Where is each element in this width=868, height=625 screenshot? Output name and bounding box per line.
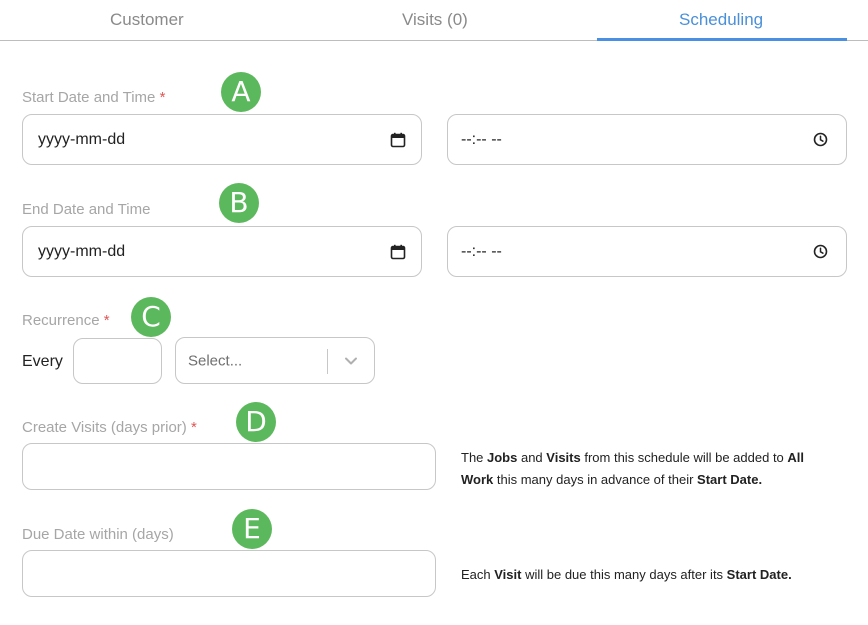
- hint-text: this many days in advance of their: [493, 472, 698, 487]
- clock-icon[interactable]: [811, 243, 829, 261]
- badge-d: D: [236, 402, 276, 442]
- recurrence-label: Recurrence *: [22, 312, 110, 329]
- tab-visits[interactable]: Visits (0): [402, 10, 468, 30]
- start-date-value: yyyy-mm-dd: [38, 130, 126, 148]
- hint-bold: Visit: [494, 567, 522, 582]
- select-divider: [327, 349, 328, 374]
- end-date-value: yyyy-mm-dd: [38, 242, 126, 260]
- end-date-input[interactable]: yyyy-mm-dd: [22, 226, 422, 277]
- due-date-input[interactable]: [22, 550, 436, 597]
- active-tab-indicator: [597, 38, 847, 41]
- create-visits-label-text: Create Visits (days prior): [22, 419, 187, 436]
- hint-bold: Start Date.: [726, 567, 792, 582]
- required-marker: *: [103, 312, 110, 329]
- tab-bar: Customer Visits (0) Scheduling: [0, 0, 868, 41]
- hint-bold: Start Date.: [697, 472, 763, 487]
- due-date-label-text: Due Date within (days): [22, 526, 174, 543]
- hint-bold: Jobs: [487, 450, 518, 465]
- every-label: Every: [22, 353, 63, 370]
- hint-text: will be due this many days after its: [521, 567, 727, 582]
- start-date-label: Start Date and Time *: [22, 89, 165, 106]
- end-date-label: End Date and Time: [22, 201, 150, 218]
- end-time-input[interactable]: --:-- --: [447, 226, 847, 277]
- start-time-input[interactable]: --:-- --: [447, 114, 847, 165]
- badge-a: A: [221, 72, 261, 112]
- badge-c: C: [131, 297, 171, 337]
- required-marker: *: [159, 89, 166, 106]
- due-date-label: Due Date within (days): [22, 526, 174, 543]
- end-time-value: --:-- --: [461, 242, 502, 260]
- chevron-down-icon[interactable]: [342, 352, 360, 370]
- create-visits-hint: The Jobs and Visits from this schedule w…: [461, 447, 831, 491]
- badge-b: B: [219, 183, 259, 223]
- calendar-icon[interactable]: [389, 243, 407, 261]
- recurrence-unit-select[interactable]: Select...: [175, 337, 375, 384]
- recurrence-unit-placeholder: Select...: [188, 352, 243, 369]
- recurrence-label-text: Recurrence: [22, 312, 100, 329]
- start-time-value: --:-- --: [461, 130, 502, 148]
- create-visits-label: Create Visits (days prior) *: [22, 419, 197, 436]
- badge-e: E: [232, 509, 272, 549]
- hint-text: Each: [461, 567, 495, 582]
- start-date-label-text: Start Date and Time: [22, 89, 156, 106]
- hint-text: The: [461, 450, 488, 465]
- calendar-icon[interactable]: [389, 131, 407, 149]
- tab-scheduling[interactable]: Scheduling: [679, 10, 763, 30]
- start-date-input[interactable]: yyyy-mm-dd: [22, 114, 422, 165]
- end-date-label-text: End Date and Time: [22, 201, 151, 218]
- hint-text: from this schedule will be added to: [580, 450, 788, 465]
- required-marker: *: [190, 419, 197, 436]
- recurrence-interval-input[interactable]: [73, 338, 162, 384]
- create-visits-input[interactable]: [22, 443, 436, 490]
- tab-customer[interactable]: Customer: [110, 10, 184, 30]
- due-date-hint: Each Visit will be due this many days af…: [461, 564, 831, 586]
- hint-text: and: [517, 450, 547, 465]
- clock-icon[interactable]: [811, 131, 829, 149]
- hint-bold: Visits: [546, 450, 581, 465]
